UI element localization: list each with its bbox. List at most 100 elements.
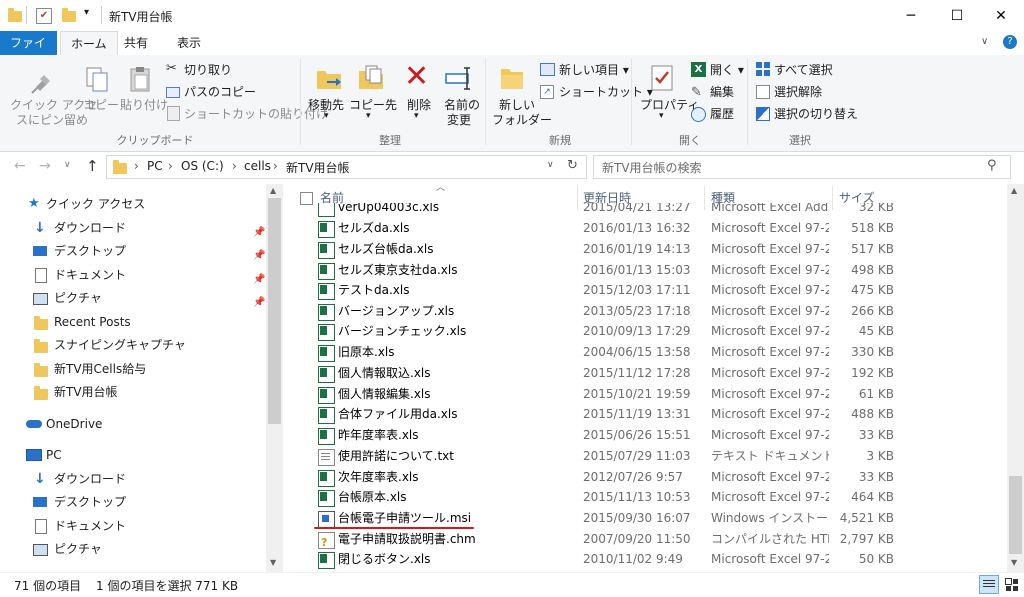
excel-file-icon bbox=[318, 490, 335, 507]
nav-pc[interactable]: PC bbox=[0, 444, 260, 466]
nav-qa-sniping[interactable]: スナイピングキャプチャ bbox=[0, 334, 260, 356]
nav-qa-recent-posts[interactable]: Recent Posts bbox=[0, 311, 260, 333]
nav-qa-documents[interactable]: ドキュメント 📌 bbox=[0, 264, 270, 286]
pin-icon[interactable]: 📌 bbox=[253, 222, 265, 238]
file-row[interactable]: セルズ台帳da.xls 2016/01/19 14:13 Microsoft E… bbox=[314, 239, 1006, 260]
excel-file-icon bbox=[318, 221, 335, 238]
pin-icon[interactable]: 📌 bbox=[253, 269, 265, 285]
tab-view[interactable]: 表示 bbox=[167, 31, 211, 55]
ribbon-tabs: ファイル ホーム 共有 表示 ∨ ? bbox=[0, 31, 1024, 74]
file-type: Microsoft Excel 97-2... bbox=[711, 221, 829, 235]
scroll-down-icon[interactable]: ▼ bbox=[1011, 558, 1017, 567]
properties-quick-icon[interactable]: ✔ bbox=[36, 8, 52, 24]
file-row[interactable]: verUp04003c.xls 2015/04/21 13:27 Microso… bbox=[314, 203, 1006, 218]
new-item-icon bbox=[540, 63, 555, 76]
file-row[interactable]: 昨年度率表.xls 2015/06/26 15:51 Microsoft Exc… bbox=[314, 425, 1006, 446]
copy-to-dropdown-icon: ▾ bbox=[366, 111, 371, 121]
nav-qa-cells-salary[interactable]: 新TV用Cells給与 bbox=[0, 358, 260, 380]
file-row[interactable]: バージョンアップ.xls 2013/05/23 17:18 Microsoft … bbox=[314, 301, 1006, 322]
up-arrow-icon[interactable]: ↑ bbox=[86, 157, 99, 175]
address-bar[interactable]: › PC › OS (C:) › cells › 新TV用台帳 ∨ ↻ bbox=[106, 155, 587, 179]
file-row[interactable]: セルズda.xls 2016/01/13 16:32 Microsoft Exc… bbox=[314, 218, 1006, 239]
folder-icon bbox=[34, 386, 48, 400]
file-date: 2015/12/03 17:11 bbox=[583, 283, 691, 297]
nav-onedrive[interactable]: OneDrive bbox=[0, 413, 260, 435]
tab-home[interactable]: ホーム bbox=[60, 31, 118, 56]
file-row[interactable]: 旧原本.xls 2004/06/15 13:58 Microsoft Excel… bbox=[314, 342, 1006, 363]
refresh-icon[interactable]: ↻ bbox=[567, 158, 578, 173]
nav-qa-pictures[interactable]: ピクチャ 📌 bbox=[0, 287, 270, 309]
nav-qa-desktop[interactable]: デスクトップ 📌 bbox=[0, 240, 270, 262]
tab-share[interactable]: 共有 bbox=[114, 31, 158, 55]
file-row[interactable]: テストda.xls 2015/12/03 17:11 Microsoft Exc… bbox=[314, 280, 1006, 301]
pin-icon[interactable]: 📌 bbox=[253, 245, 265, 261]
file-type: Microsoft Excel 97-2... bbox=[711, 428, 829, 442]
forward-arrow-icon[interactable]: → bbox=[39, 158, 51, 174]
search-box[interactable]: 新TV用台帳の検索 ⚲ bbox=[593, 155, 1011, 179]
file-list-scroll-thumb[interactable] bbox=[1009, 476, 1022, 554]
history-icon bbox=[691, 107, 706, 122]
breadcrumb-drive[interactable]: OS (C:) bbox=[181, 159, 224, 173]
file-row[interactable]: 次年度率表.xls 2012/07/26 9:57 Microsoft Exce… bbox=[314, 467, 1006, 488]
navigation-pane: ★ クイック アクセス ↓ ダウンロード 📌 デスクトップ 📌 ドキュメント 📌… bbox=[0, 184, 283, 572]
breadcrumb-pc[interactable]: PC bbox=[147, 159, 163, 173]
file-date: 2010/09/13 17:29 bbox=[583, 324, 691, 338]
back-arrow-icon[interactable]: ← bbox=[14, 158, 26, 174]
scroll-up-icon[interactable]: ▲ bbox=[1011, 186, 1017, 195]
recent-locations-icon[interactable]: ∨ bbox=[64, 160, 71, 170]
group-label-organize: 整理 bbox=[379, 134, 401, 147]
nav-scroll-thumb[interactable] bbox=[268, 198, 281, 424]
shortcut-arrow-icon: ↗ bbox=[540, 85, 554, 99]
scroll-down-icon[interactable]: ▼ bbox=[270, 558, 276, 567]
file-row[interactable]: ? 電子申請取扱説明書.chm 2007/09/20 11:50 コンパイルされ… bbox=[314, 529, 1006, 550]
maximize-button[interactable]: ☐ bbox=[934, 0, 980, 31]
collapse-ribbon-icon[interactable]: ∨ bbox=[981, 36, 988, 47]
customize-quick-access-icon[interactable]: ▾ bbox=[84, 7, 89, 18]
excel-file-icon bbox=[318, 470, 335, 487]
file-type: Microsoft Excel 97-2... bbox=[711, 552, 829, 566]
address-toolbar: ← → ∨ ↑ › PC › OS (C:) › cells › 新TV用台帳 … bbox=[0, 152, 1024, 182]
file-row[interactable]: 閉じるボタン.xls 2010/11/02 9:49 Microsoft Exc… bbox=[314, 549, 1006, 570]
file-row[interactable]: 個人情報編集.xls 2015/10/21 19:59 Microsoft Ex… bbox=[314, 384, 1006, 405]
search-icon[interactable]: ⚲ bbox=[987, 158, 997, 173]
nav-pc-desktop[interactable]: デスクトップ bbox=[0, 491, 260, 513]
delete-label: 削除 bbox=[407, 98, 432, 112]
nav-qa-tv-ledger[interactable]: 新TV用台帳 bbox=[0, 381, 260, 403]
file-type: コンパイルされた HTM... bbox=[711, 532, 829, 546]
breadcrumb-current[interactable]: 新TV用台帳 bbox=[286, 159, 350, 176]
large-icons-view-icon[interactable] bbox=[1002, 575, 1020, 592]
nav-pc-documents[interactable]: ドキュメント bbox=[0, 515, 260, 537]
pin-icon[interactable]: 📌 bbox=[253, 292, 265, 308]
help-icon[interactable]: ? bbox=[1003, 35, 1017, 49]
minimize-button[interactable]: ─ bbox=[888, 0, 934, 31]
file-row[interactable]: 合体ファイル用da.xls 2015/11/19 13:31 Microsoft… bbox=[314, 404, 1006, 425]
nav-label: Recent Posts bbox=[54, 315, 131, 329]
file-row[interactable]: 台帳原本.xls 2015/11/13 10:53 Microsoft Exce… bbox=[314, 487, 1006, 508]
folder-icon bbox=[34, 316, 48, 330]
nav-pc-pictures[interactable]: ピクチャ bbox=[0, 538, 260, 560]
file-date: 2015/10/21 19:59 bbox=[583, 387, 691, 401]
close-button[interactable]: ✕ bbox=[978, 0, 1024, 31]
file-list-scrollbar[interactable]: ▲ ▼ bbox=[1007, 184, 1024, 572]
nav-pc-downloads[interactable]: ↓ ダウンロード bbox=[0, 468, 260, 490]
rename-icon bbox=[445, 67, 470, 90]
nav-quick-access[interactable]: ★ クイック アクセス bbox=[0, 193, 260, 215]
file-row[interactable]: 使用許諾について.txt 2015/07/29 11:03 テキスト ドキュメン… bbox=[314, 446, 1006, 467]
nav-scrollbar[interactable]: ▲ ▼ bbox=[266, 184, 283, 572]
file-row[interactable]: バージョンチェック.xls 2010/09/13 17:29 Microsoft… bbox=[314, 321, 1006, 342]
tab-file[interactable]: ファイル bbox=[0, 31, 57, 74]
details-view-icon[interactable] bbox=[979, 575, 999, 594]
history-label: 履歴 bbox=[710, 107, 735, 121]
new-folder-quick-icon[interactable] bbox=[62, 8, 76, 22]
nav-qa-downloads[interactable]: ↓ ダウンロード 📌 bbox=[0, 217, 270, 239]
copy-to-icon bbox=[359, 65, 383, 89]
search-input[interactable]: 新TV用台帳の検索 bbox=[602, 159, 702, 176]
scroll-up-icon[interactable]: ▲ bbox=[270, 186, 276, 195]
address-dropdown-icon[interactable]: ∨ bbox=[547, 160, 554, 170]
file-row[interactable]: 個人情報取込.xls 2015/11/12 17:28 Microsoft Ex… bbox=[314, 363, 1006, 384]
file-name: 昨年度率表.xls bbox=[338, 428, 419, 442]
file-row[interactable]: セルズ東京支社da.xls 2016/01/13 15:03 Microsoft… bbox=[314, 260, 1006, 281]
file-row-selected-msi[interactable]: 台帳電子申請ツール.msi 2015/09/30 16:07 Windows イ… bbox=[314, 508, 1006, 529]
file-size: 475 KB bbox=[851, 283, 894, 297]
breadcrumb-cells[interactable]: cells bbox=[244, 159, 271, 173]
